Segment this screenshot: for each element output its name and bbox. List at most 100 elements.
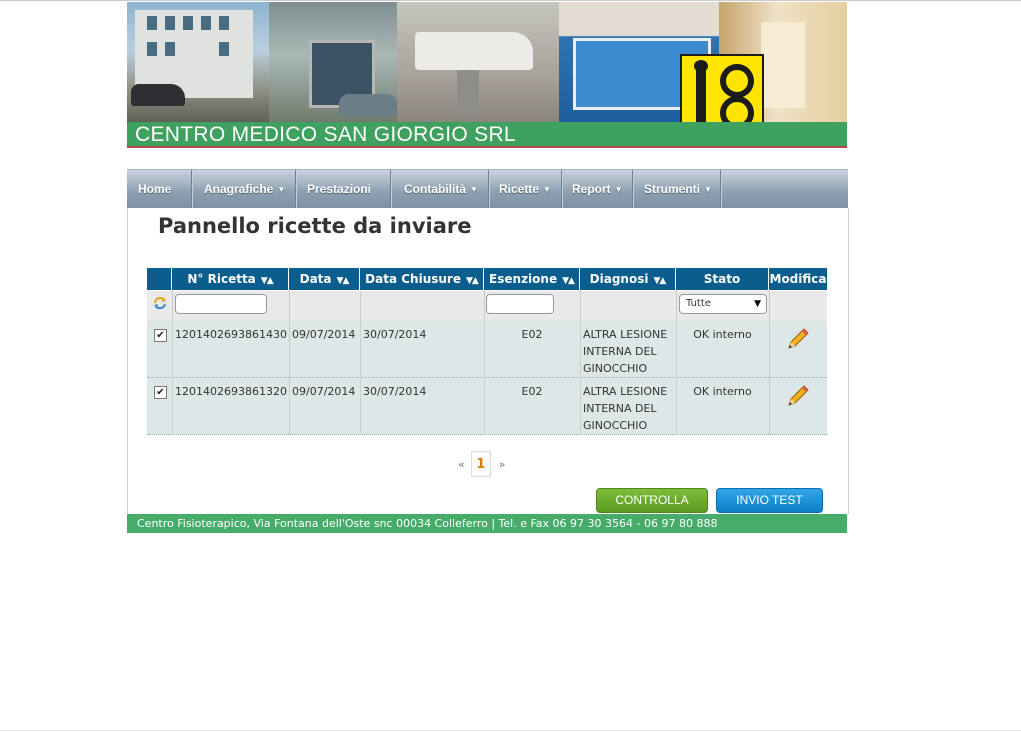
column-header-data[interactable]: Data ▼▲: [289, 268, 360, 290]
pencil-icon[interactable]: [785, 383, 811, 409]
cell-stato: OK interno: [693, 328, 752, 341]
column-header-stato: Stato: [676, 268, 769, 290]
cell-esenzione: E02: [521, 328, 543, 341]
sort-arrows-icon[interactable]: ▼▲: [466, 276, 479, 286]
pager-prev[interactable]: «: [458, 458, 465, 471]
cell-data-chiusure: 30/07/2014: [363, 328, 427, 341]
bottom-border: [0, 730, 1021, 731]
column-divider: [289, 291, 290, 435]
filter-stato-value: Tutte: [686, 298, 711, 309]
cell-numero: 1201402693861430: [175, 328, 287, 341]
filter-numero-input[interactable]: [175, 294, 267, 314]
caret-down-icon: ▼: [543, 185, 551, 195]
nav-ricette[interactable]: Ricette ▼: [499, 170, 551, 209]
banner-photo-entrance: [269, 2, 397, 122]
nav-prestazioni-label: Prestazioni: [307, 182, 372, 196]
banner-photo-bed: [397, 2, 559, 122]
nav-separator: [632, 170, 633, 209]
nav-strumenti-label: Strumenti: [644, 182, 701, 196]
cell-esenzione: E02: [521, 385, 543, 398]
cell-data: 09/07/2014: [292, 328, 356, 341]
pencil-icon[interactable]: [785, 326, 811, 352]
column-divider: [484, 291, 485, 435]
footer-bar: Centro Fisioterapico, Via Fontana dell'O…: [127, 514, 847, 533]
table-row[interactable]: ✔ 1201402693861320 09/07/2014 30/07/2014…: [147, 378, 827, 435]
column-label: Data: [299, 272, 332, 286]
nav-strumenti[interactable]: Strumenti ▼: [644, 170, 712, 209]
column-label: Data Chiusure: [365, 272, 461, 286]
refresh-icon[interactable]: [152, 295, 168, 311]
caret-down-icon: ▼: [614, 185, 623, 195]
nav-separator: [488, 170, 489, 209]
caret-down-icon: ▼: [704, 185, 712, 195]
diagnosi-line: ALTRA LESIONE: [583, 328, 668, 341]
header-banner: CENTRO MEDICO SAN GIORGIO SRL: [127, 2, 847, 148]
sort-arrows-icon[interactable]: ▼▲: [562, 276, 575, 286]
nav-anagrafiche[interactable]: Anagrafiche ▼: [204, 170, 285, 209]
caret-down-icon: ▼: [277, 185, 286, 195]
cell-numero: 1201402693861320: [175, 385, 287, 398]
invio-test-button[interactable]: INVIO TEST: [716, 488, 823, 513]
column-label: N° Ricetta: [187, 272, 256, 286]
column-header-modifica: Modifica: [769, 268, 827, 290]
column-divider: [360, 291, 361, 435]
sort-arrows-icon[interactable]: ▼▲: [261, 276, 274, 286]
header-select: [147, 268, 172, 290]
nav-prestazioni[interactable]: Prestazioni: [307, 170, 371, 209]
company-name: CENTRO MEDICO SAN GIORGIO SRL: [135, 123, 516, 146]
diagnosi-line: ALTRA LESIONE: [583, 385, 668, 398]
column-header-esenzione[interactable]: Esenzione ▼▲: [484, 268, 580, 290]
nav-report[interactable]: Report ▼: [572, 170, 623, 209]
nav-separator: [720, 170, 721, 209]
sort-arrows-icon[interactable]: ▼▲: [337, 276, 350, 286]
cell-diagnosi: ALTRA LESIONE INTERNA DEL GINOCCHIO: [583, 326, 667, 377]
filter-row: Tutte ▼: [147, 291, 827, 321]
diagnosi-line: INTERNA DEL: [583, 402, 657, 415]
nav-separator: [295, 170, 296, 209]
nav-separator: [390, 170, 391, 209]
cell-data: 09/07/2014: [292, 385, 356, 398]
column-divider: [769, 291, 770, 435]
controlla-button[interactable]: CONTROLLA: [596, 488, 708, 513]
column-header-numero[interactable]: N° Ricetta ▼▲: [172, 268, 289, 290]
column-label: Diagnosi: [589, 272, 649, 286]
page-title: Pannello ricette da inviare: [158, 214, 472, 238]
column-divider: [172, 291, 173, 435]
column-label: Stato: [703, 272, 741, 286]
nav-ricette-label: Ricette: [499, 182, 540, 196]
sort-arrows-icon[interactable]: ▼▲: [653, 276, 666, 286]
cell-diagnosi: ALTRA LESIONE INTERNA DEL GINOCCHIO: [583, 383, 667, 434]
top-border: [0, 0, 1021, 1]
banner-divider: [127, 146, 847, 148]
column-label: Esenzione: [489, 272, 558, 286]
row-checkbox[interactable]: ✔: [154, 329, 167, 342]
table-row[interactable]: ✔ 1201402693861430 09/07/2014 30/07/2014…: [147, 321, 827, 378]
nav-report-label: Report: [572, 182, 611, 196]
pager-next[interactable]: »: [499, 458, 506, 471]
footer-text: Centro Fisioterapico, Via Fontana dell'O…: [137, 517, 718, 530]
filter-stato-select[interactable]: Tutte ▼: [679, 294, 767, 314]
caret-down-icon: ▼: [470, 185, 478, 195]
column-divider: [676, 291, 677, 435]
pagination: « 1 »: [458, 451, 505, 477]
nav-anagrafiche-label: Anagrafiche: [204, 182, 274, 196]
banner-photo-building: [127, 2, 269, 122]
nav-separator: [561, 170, 562, 209]
column-label: Modifica: [769, 272, 827, 286]
pager-current-page[interactable]: 1: [470, 451, 491, 477]
main-navbar: Home Anagrafiche ▼ Prestazioni Contabilit…: [127, 169, 848, 209]
column-header-diagnosi[interactable]: Diagnosi ▼▲: [580, 268, 676, 290]
filter-esenzione-input[interactable]: [486, 294, 554, 314]
row-checkbox[interactable]: ✔: [154, 386, 167, 399]
nav-home-label: Home: [138, 182, 172, 196]
nav-contabilita-label: Contabilità: [404, 182, 466, 196]
cell-stato: OK interno: [693, 385, 752, 398]
column-header-data-chiusure[interactable]: Data Chiusure ▼▲: [360, 268, 484, 290]
diagnosi-line: INTERNA DEL: [583, 345, 657, 358]
cell-data-chiusure: 30/07/2014: [363, 385, 427, 398]
nav-home[interactable]: Home: [138, 170, 171, 209]
nav-contabilita[interactable]: Contabilità ▼: [404, 170, 478, 209]
column-divider: [580, 291, 581, 435]
diagnosi-line: GINOCCHIO: [583, 419, 648, 432]
caret-down-icon: ▼: [754, 299, 761, 309]
